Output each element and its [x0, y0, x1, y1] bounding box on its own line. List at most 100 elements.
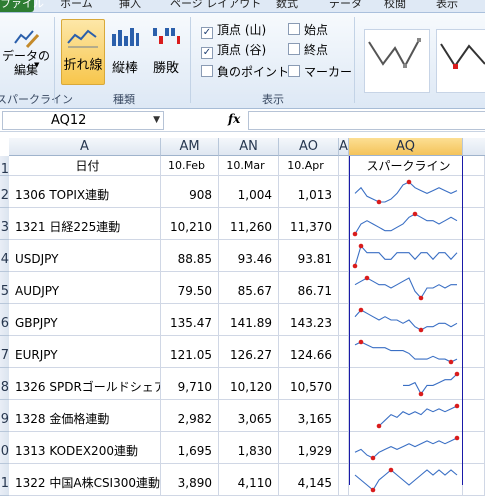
- tab-page-layout[interactable]: ページ レイアウト: [170, 0, 261, 12]
- table-cell-a[interactable]: 1326 SPDRゴールドシェア: [9, 368, 161, 400]
- table-cell-a[interactable]: 1328 金価格連動: [9, 400, 161, 432]
- header-cell-aq[interactable]: スパークライン: [349, 156, 463, 176]
- table-cell-an[interactable]: 4,110: [219, 464, 279, 496]
- column-header-ao[interactable]: AO: [279, 138, 339, 156]
- header-cell-an[interactable]: 10.Mar: [219, 156, 279, 176]
- column-header-aq[interactable]: AQ: [349, 138, 463, 156]
- table-cell-ao[interactable]: 86.71: [279, 272, 339, 304]
- table-cell-ar[interactable]: [463, 176, 485, 208]
- row-header[interactable]: 6: [0, 304, 9, 336]
- table-cell-ar[interactable]: [463, 400, 485, 432]
- header-cell-ao[interactable]: 10.Apr: [279, 156, 339, 176]
- table-cell-am[interactable]: 121.05: [161, 336, 219, 368]
- tab-data[interactable]: データ: [329, 0, 362, 12]
- table-cell-am[interactable]: 9,710: [161, 368, 219, 400]
- sparkline-cell[interactable]: [349, 336, 463, 368]
- table-cell-ar[interactable]: [463, 272, 485, 304]
- table-cell-ap[interactable]: [339, 208, 349, 240]
- table-cell-ar[interactable]: [463, 336, 485, 368]
- tab-file[interactable]: ファイル: [0, 0, 44, 12]
- row-header[interactable]: 8: [0, 368, 9, 400]
- sparkline-style-2[interactable]: [436, 29, 485, 93]
- table-cell-am[interactable]: 88.85: [161, 240, 219, 272]
- table-cell-ar[interactable]: [463, 304, 485, 336]
- sparkline-cell[interactable]: [349, 368, 463, 400]
- sparkline-cell[interactable]: [349, 176, 463, 208]
- row-header[interactable]: 1: [0, 464, 9, 496]
- checkbox-box[interactable]: [288, 43, 300, 55]
- sparkline-cell[interactable]: [349, 400, 463, 432]
- checkbox-high-point[interactable]: ✓ 頂点 (山): [201, 22, 266, 39]
- table-cell-an[interactable]: 1,830: [219, 432, 279, 464]
- row-header[interactable]: 5: [0, 272, 9, 304]
- table-cell-ap[interactable]: [339, 272, 349, 304]
- formula-input[interactable]: [248, 111, 485, 130]
- table-cell-an[interactable]: 93.46: [219, 240, 279, 272]
- table-cell-am[interactable]: 10,210: [161, 208, 219, 240]
- function-icon[interactable]: fx: [228, 112, 240, 126]
- sparkline-cell[interactable]: [349, 464, 463, 496]
- table-cell-a[interactable]: 1322 中国A株CSI300連動: [9, 464, 161, 496]
- table-cell-an[interactable]: 10,120: [219, 368, 279, 400]
- column-header-an[interactable]: AN: [219, 138, 279, 156]
- table-cell-an[interactable]: 3,065: [219, 400, 279, 432]
- sparkline-cell[interactable]: [349, 432, 463, 464]
- checkbox-box[interactable]: [201, 65, 213, 77]
- table-cell-an[interactable]: 126.27: [219, 336, 279, 368]
- table-cell-ao[interactable]: 143.23: [279, 304, 339, 336]
- tab-home[interactable]: ホーム: [60, 0, 93, 12]
- table-cell-ar[interactable]: [463, 208, 485, 240]
- checkbox-box[interactable]: [288, 23, 300, 35]
- row-header[interactable]: 9: [0, 400, 9, 432]
- table-cell-ao[interactable]: 10,570: [279, 368, 339, 400]
- table-cell-ao[interactable]: 3,165: [279, 400, 339, 432]
- checkbox-last-point[interactable]: 終点: [288, 42, 328, 58]
- table-cell-am[interactable]: 135.47: [161, 304, 219, 336]
- table-cell-ao[interactable]: 93.81: [279, 240, 339, 272]
- column-type-button[interactable]: 縦棒: [108, 24, 142, 76]
- header-cell-ap[interactable]: [339, 156, 349, 176]
- header-cell-am[interactable]: 10.Feb: [161, 156, 219, 176]
- table-cell-ap[interactable]: [339, 400, 349, 432]
- column-header-a[interactable]: A: [9, 138, 161, 156]
- line-type-button[interactable]: 折れ線: [61, 19, 105, 85]
- sparkline-cell[interactable]: [349, 240, 463, 272]
- table-cell-ap[interactable]: [339, 336, 349, 368]
- header-cell-ar[interactable]: [463, 156, 485, 176]
- checkbox-box[interactable]: ✓: [201, 27, 213, 39]
- checkbox-markers[interactable]: マーカー: [288, 64, 352, 80]
- chevron-down-icon[interactable]: ▼: [153, 112, 160, 129]
- checkbox-first-point[interactable]: 始点: [288, 22, 328, 38]
- sparkline-cell[interactable]: [349, 272, 463, 304]
- tab-insert[interactable]: 挿入: [119, 0, 141, 12]
- column-header-ap[interactable]: A: [339, 138, 349, 156]
- table-cell-ao[interactable]: 1,929: [279, 432, 339, 464]
- table-cell-ao[interactable]: 1,013: [279, 176, 339, 208]
- tab-formulas[interactable]: 数式: [276, 0, 298, 12]
- row-header[interactable]: 0: [0, 432, 9, 464]
- table-cell-ap[interactable]: [339, 304, 349, 336]
- table-cell-ap[interactable]: [339, 240, 349, 272]
- row-header[interactable]: 7: [0, 336, 9, 368]
- sparkline-cell[interactable]: [349, 304, 463, 336]
- table-cell-am[interactable]: 1,695: [161, 432, 219, 464]
- column-header-ar[interactable]: [463, 138, 485, 156]
- table-cell-ar[interactable]: [463, 432, 485, 464]
- row-header[interactable]: 2: [0, 176, 9, 208]
- checkbox-low-point[interactable]: ✓ 頂点 (谷): [201, 42, 266, 59]
- table-cell-am[interactable]: 908: [161, 176, 219, 208]
- table-cell-an[interactable]: 141.89: [219, 304, 279, 336]
- checkbox-box[interactable]: ✓: [201, 47, 213, 59]
- table-cell-ao[interactable]: 124.66: [279, 336, 339, 368]
- table-cell-a[interactable]: 1313 KODEX200連動: [9, 432, 161, 464]
- tab-review[interactable]: 校閲: [384, 0, 406, 12]
- table-cell-ar[interactable]: [463, 368, 485, 400]
- row-header[interactable]: 3: [0, 208, 9, 240]
- sparkline-style-1[interactable]: [364, 29, 430, 93]
- table-cell-a[interactable]: 1321 日経225連動: [9, 208, 161, 240]
- win-loss-type-button[interactable]: 勝敗: [148, 24, 184, 76]
- table-cell-a[interactable]: EURJPY: [9, 336, 161, 368]
- table-cell-an[interactable]: 85.67: [219, 272, 279, 304]
- tab-view[interactable]: 表示: [436, 0, 458, 12]
- table-cell-an[interactable]: 11,260: [219, 208, 279, 240]
